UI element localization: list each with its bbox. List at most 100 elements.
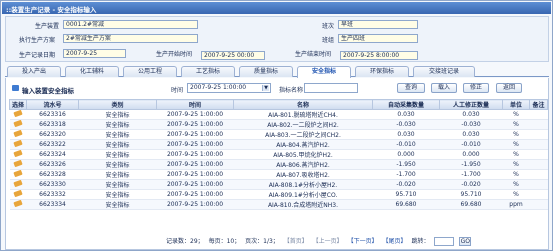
shift-label: 班次	[322, 23, 335, 30]
table-row[interactable]: 6623332 安全指标 2007-9-25 1:00:00 AIA-809.1#分析…	[9, 189, 548, 200]
table-row[interactable]: 6623330 安全指标 2007-9-25 1:00:00 AIA-808.1#分析…	[9, 179, 548, 190]
edit-pencil-icon[interactable]	[13, 149, 23, 158]
tab-utilities[interactable]: 公用工程	[123, 66, 177, 77]
edit-pencil-icon[interactable]	[13, 159, 23, 168]
edit-pencil-icon[interactable]	[13, 169, 23, 178]
cell-unit: %	[502, 149, 530, 160]
table-row[interactable]: 6623324 安全指标 2007-9-25 1:00:00 AIA-805.甲烷化炉…	[9, 149, 548, 160]
cell-time: 2007-9-25 1:00:00	[156, 119, 234, 130]
tab-bar: 投入产出 化工辅料 公用工程 工艺指标 质量指标 安全指标 环保指标 交接班记录	[5, 65, 549, 78]
cell-manual-qty: -1.700	[439, 169, 503, 180]
cell-name: AIA-804.蒸汽炉H2.	[233, 139, 373, 150]
device-label: 生产装置	[35, 23, 60, 30]
table-row[interactable]: 6623334 安全指标 2007-9-25 1:00:00 AIA-810.合成塔附…	[9, 199, 548, 210]
table-row[interactable]: 6623316 安全指标 2007-9-25 1:00:00 AIA-801.脱硫塔附…	[9, 109, 548, 120]
go-button[interactable]: GO	[459, 237, 472, 246]
next-page-link[interactable]: 【下一页】	[348, 238, 378, 245]
cell-auto-qty: 95.710	[372, 189, 440, 200]
cell-unit: %	[502, 169, 530, 180]
row-select-cell[interactable]	[9, 189, 27, 200]
first-page-link[interactable]: 【首页】	[284, 238, 308, 245]
cell-unit: %	[502, 179, 530, 190]
row-select-cell[interactable]	[9, 119, 27, 130]
cell-category: 安全指标	[78, 149, 157, 160]
plan-field[interactable]: 2#常减生产方案	[63, 34, 198, 43]
tab-quality-indicators[interactable]: 质量指标	[239, 66, 293, 77]
tab-safety-indicators[interactable]: 安全指标	[297, 66, 351, 78]
last-page-link[interactable]: 【尾页】	[383, 238, 407, 245]
col-serial: 流水号	[26, 99, 79, 110]
edit-pencil-icon[interactable]	[13, 189, 23, 198]
cell-serial: 6623322	[26, 139, 79, 150]
row-select-cell[interactable]	[9, 139, 27, 150]
tab-input-output[interactable]: 投入产出	[7, 66, 61, 77]
cell-manual-qty: -1.950	[439, 159, 503, 170]
cell-auto-qty: -0.010	[372, 139, 440, 150]
cell-unit: %	[502, 159, 530, 170]
cell-category: 安全指标	[78, 199, 157, 210]
edit-pencil-icon[interactable]	[13, 109, 23, 118]
cell-remark	[529, 139, 548, 150]
edit-pencil-icon[interactable]	[13, 119, 23, 128]
edit-pencil-icon[interactable]	[13, 129, 23, 138]
table-row[interactable]: 6623318 安全指标 2007-9-25 1:00:00 AIA-802.一二段炉…	[9, 119, 548, 130]
col-auto-qty: 自动采集数量	[372, 99, 440, 110]
table-row[interactable]: 6623328 安全指标 2007-9-25 1:00:00 AIA-807.吸收塔H…	[9, 169, 548, 180]
edit-pencil-icon[interactable]	[13, 139, 23, 148]
pagination: 记录数：29； 每页：10； 页次：1/3； 【首页】 【上一页】 【下一页】 …	[166, 236, 474, 247]
indicator-name-input[interactable]	[304, 83, 358, 93]
row-select-cell[interactable]	[9, 109, 27, 120]
cell-time: 2007-9-25 1:00:00	[156, 169, 234, 180]
cell-serial: 6623334	[26, 199, 79, 210]
cell-time: 2007-9-25 1:00:00	[156, 139, 234, 150]
col-remark: 备注	[529, 99, 548, 110]
row-select-cell[interactable]	[9, 199, 27, 210]
query-button[interactable]: 查询	[397, 83, 425, 93]
end-time-field[interactable]: 2007-9-25 8:00:00	[340, 51, 418, 60]
row-select-cell[interactable]	[9, 179, 27, 190]
edit-pencil-icon[interactable]	[13, 179, 23, 188]
cell-unit: %	[502, 129, 530, 140]
cell-name: AIA-805.甲烷化炉H2.	[233, 149, 373, 160]
tab-chemical-materials[interactable]: 化工辅料	[65, 66, 119, 77]
cell-category: 安全指标	[78, 179, 157, 190]
row-select-cell[interactable]	[9, 169, 27, 180]
page-jump-input[interactable]	[434, 237, 455, 246]
cell-manual-qty: -0.020	[439, 179, 503, 190]
cell-remark	[529, 189, 548, 200]
row-select-cell[interactable]	[9, 129, 27, 140]
end-time-label: 生产结束时间	[295, 51, 332, 58]
arrow-icon	[12, 85, 19, 91]
table-row[interactable]: 6623320 安全指标 2007-9-25 1:00:00 AIA-803.一二段炉…	[9, 129, 548, 140]
table-row[interactable]: 6623322 安全指标 2007-9-25 1:00:00 AIA-804.蒸汽炉H…	[9, 139, 548, 150]
team-field[interactable]: 生产四班	[338, 34, 418, 43]
date-field[interactable]: 2007-9-25	[63, 49, 126, 58]
cell-auto-qty: 0.030	[372, 109, 440, 120]
section-title: 输入装置安全指标	[22, 87, 74, 95]
col-name: 名称	[233, 99, 373, 110]
cell-name: AIA-801.脱硫塔附近CH4.	[233, 109, 373, 120]
edit-button[interactable]: 修正	[463, 83, 489, 93]
start-time-field[interactable]: 2007-9-25 00:00	[201, 51, 265, 60]
row-select-cell[interactable]	[9, 159, 27, 170]
cell-time: 2007-9-25 1:00:00	[156, 199, 234, 210]
chevron-down-icon[interactable]: ▼	[262, 85, 269, 91]
edit-pencil-icon[interactable]	[13, 199, 23, 208]
tab-environmental-indicators[interactable]: 环保指标	[355, 66, 409, 77]
row-select-cell[interactable]	[9, 149, 27, 160]
cell-serial: 6623324	[26, 149, 79, 160]
tab-shift-handover[interactable]: 交接班记录	[413, 66, 475, 77]
device-field[interactable]: 0001.2#常减	[63, 20, 198, 29]
cell-category: 安全指标	[78, 139, 157, 150]
table-row[interactable]: 6623326 安全指标 2007-9-25 1:00:00 AIA-806.蒸汽炉H…	[9, 159, 548, 170]
col-manual-qty: 人工修正数量	[439, 99, 503, 110]
load-button[interactable]: 载入	[431, 83, 457, 93]
tab-process-indicators[interactable]: 工艺指标	[181, 66, 235, 77]
prev-page-link[interactable]: 【上一页】	[313, 238, 343, 245]
cell-name: AIA-802.一二段炉之间H2.	[233, 119, 373, 130]
back-button[interactable]: 返回	[496, 83, 522, 93]
cell-manual-qty: -0.010	[439, 139, 503, 150]
time-select[interactable]: 2007-9-25 1:00:00 ▼	[187, 83, 271, 93]
shift-field[interactable]: 早班	[338, 20, 418, 29]
cell-name: AIA-807.吸收塔H2.	[233, 169, 373, 180]
